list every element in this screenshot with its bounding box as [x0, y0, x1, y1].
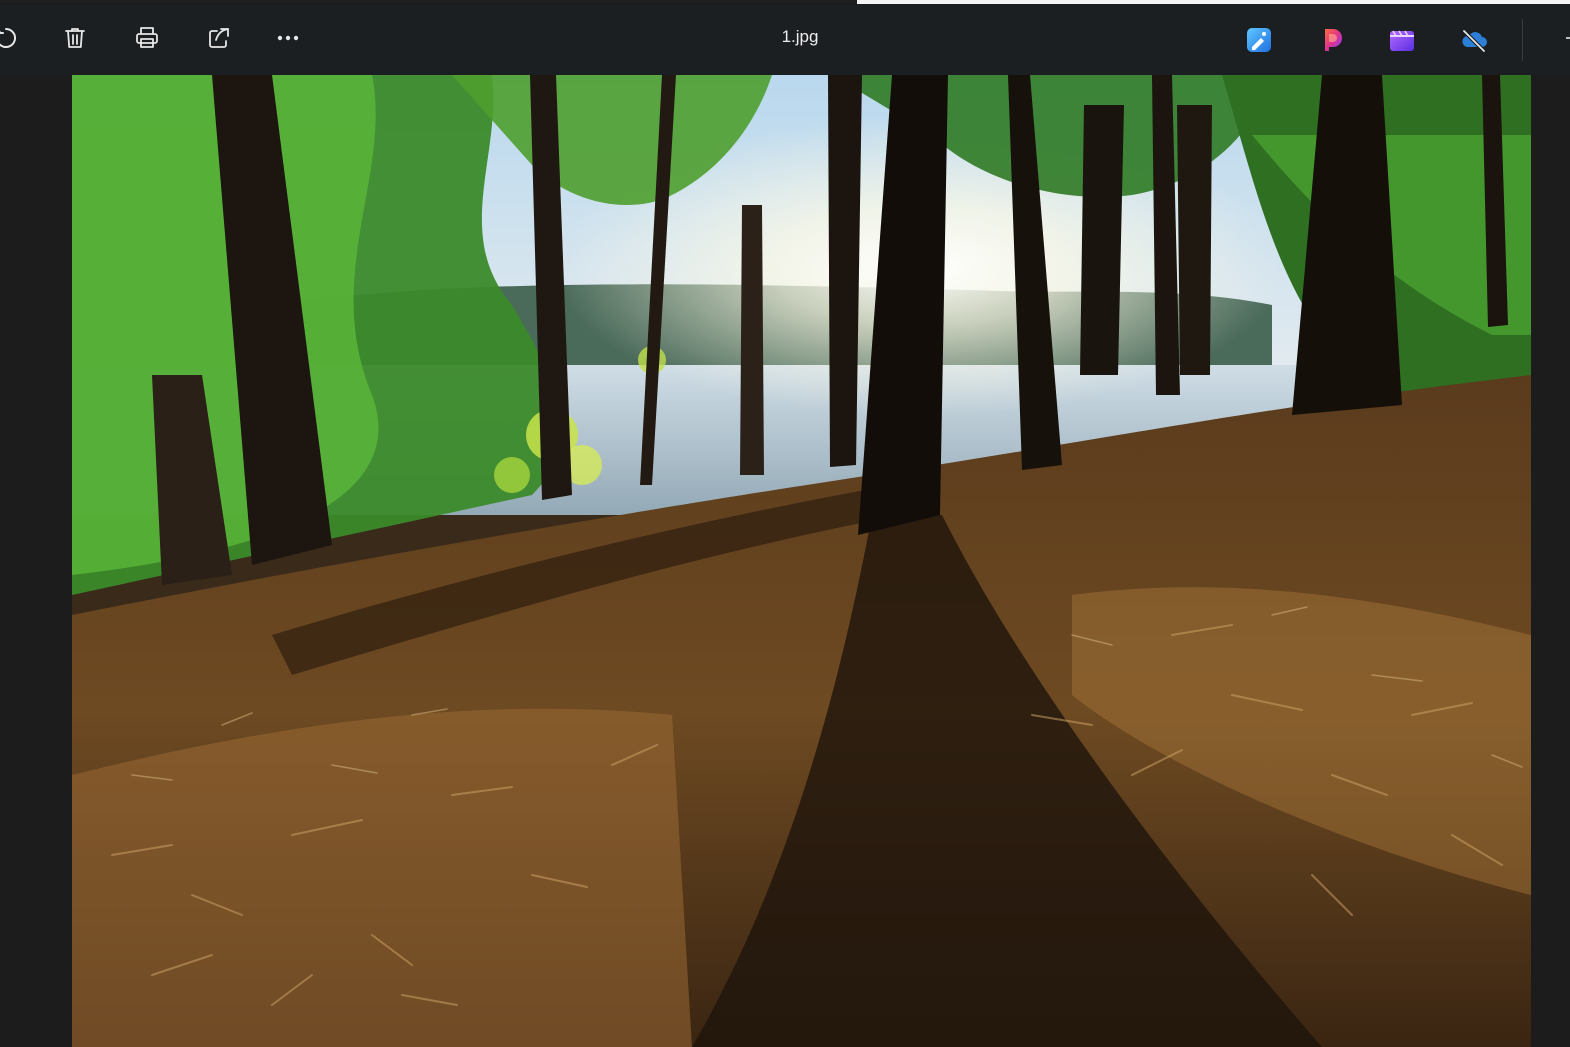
file-name-title: 1.jpg [781, 27, 819, 46]
print-icon[interactable] [132, 23, 162, 53]
photo-viewer-toolbar: 1.jpg [0, 5, 1570, 75]
background-window-right [857, 0, 1570, 4]
forest-photo[interactable] [72, 75, 1531, 1047]
background-window-left [0, 0, 855, 3]
delete-icon[interactable] [60, 23, 90, 53]
more-icon[interactable] [273, 23, 303, 53]
video-editor-app-icon[interactable] [1387, 25, 1417, 55]
share-icon[interactable] [204, 23, 234, 53]
forest-photo-illustration [72, 75, 1531, 1047]
toolbar-divider [1522, 19, 1523, 61]
minimize-icon[interactable] [1556, 23, 1570, 53]
ai-assistant-app-icon[interactable] [1317, 25, 1347, 55]
rotate-icon[interactable] [0, 23, 22, 53]
photo-editor-app-icon[interactable] [1244, 25, 1274, 55]
cloud-sync-off-icon[interactable] [1459, 25, 1489, 55]
image-viewer-area [0, 75, 1570, 1047]
